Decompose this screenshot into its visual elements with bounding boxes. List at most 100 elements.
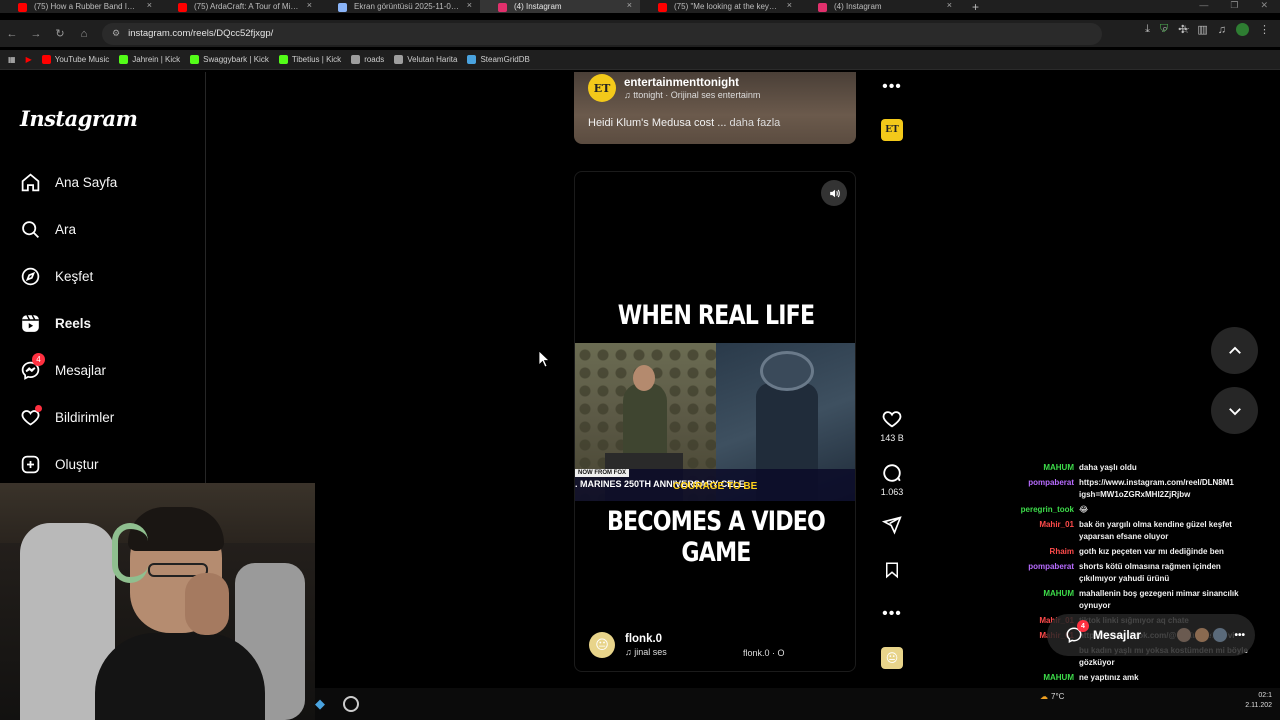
tab-favicon-icon bbox=[818, 3, 827, 12]
messages-badge: 4 bbox=[1077, 620, 1089, 632]
avatar bbox=[1176, 627, 1193, 643]
close-tab-icon[interactable]: × bbox=[147, 0, 152, 10]
browser-tab[interactable]: Ekran görüntüsü 2025-11-01 21 × bbox=[320, 0, 480, 13]
site-info-icon[interactable]: ⚙ bbox=[112, 28, 120, 39]
nav-item-reels[interactable]: Reels bbox=[20, 313, 91, 334]
bookmark-label: Velutan Harita bbox=[407, 55, 458, 64]
media-icon[interactable]: ♫ bbox=[1218, 24, 1226, 36]
comment-button[interactable]: 1.063 bbox=[874, 462, 910, 497]
nav-item-search[interactable]: Ara bbox=[20, 219, 76, 240]
nav-item-create[interactable]: Oluştur bbox=[20, 454, 99, 475]
close-tab-icon[interactable]: × bbox=[467, 0, 472, 10]
browser-tab[interactable]: (75) "Me looking at the keychai × bbox=[640, 0, 800, 13]
chat-message: pompaberat shorts kötü olmasına rağmen iç… bbox=[1000, 561, 1280, 585]
close-tab-icon[interactable]: × bbox=[307, 0, 312, 10]
menu-dots-icon[interactable]: ⋮ bbox=[1259, 23, 1270, 36]
chat-username[interactable]: Mahir_01 bbox=[1000, 519, 1074, 543]
audio-tag[interactable]: flonk.0 · O bbox=[743, 648, 785, 658]
home-browser-icon[interactable]: ⌂ bbox=[72, 28, 96, 40]
nav-item-messages[interactable]: 4 Mesajlar bbox=[20, 353, 107, 381]
bookmark-item[interactable]: Tibetius | Kick bbox=[278, 55, 341, 64]
username[interactable]: flonk.0 bbox=[625, 633, 667, 645]
profile-avatar[interactable] bbox=[1236, 23, 1249, 36]
url-text: instagram.com/reels/DQcc52fjxgp/ bbox=[128, 28, 274, 39]
username[interactable]: entertainmenttonight bbox=[624, 77, 760, 89]
prev-audio-thumb[interactable]: ET bbox=[874, 119, 910, 141]
messages-pill[interactable]: 4 Mesajlar ••• bbox=[1047, 614, 1255, 656]
bookmark-favicon-icon bbox=[190, 55, 200, 64]
audio-label[interactable]: ♫ ttonight · Orijinal ses entertainm bbox=[624, 90, 760, 100]
caption-text: Heidi Klum's Medusa cost ... bbox=[588, 117, 727, 129]
bookmark-item[interactable]: roads bbox=[351, 55, 384, 64]
minimize-icon[interactable]: — bbox=[1199, 0, 1208, 11]
instagram-logo[interactable]: Instagram bbox=[20, 106, 138, 131]
close-tab-icon[interactable]: × bbox=[947, 0, 952, 10]
nav-label: Mesajlar bbox=[55, 363, 107, 378]
nav-label: Ana Sayfa bbox=[55, 175, 118, 190]
bookmark-favicon-icon bbox=[119, 55, 129, 64]
back-icon[interactable]: ← bbox=[0, 28, 24, 40]
browser-tab[interactable]: (4) Instagram × bbox=[480, 0, 640, 13]
chat-username[interactable]: MAHUM bbox=[1000, 588, 1074, 612]
browser-tab[interactable]: (75) ArdaCraft: A Tour of Middle × bbox=[160, 0, 320, 13]
close-window-icon[interactable]: ✕ bbox=[1260, 0, 1268, 11]
nav-item-explore[interactable]: Keşfet bbox=[20, 266, 93, 287]
avatar[interactable]: 😐 bbox=[589, 632, 615, 658]
reel-video[interactable]: WHEN REAL LIFE NOW FROM FOX . MARINES 25… bbox=[574, 171, 856, 672]
previous-reel-button[interactable] bbox=[1211, 327, 1258, 374]
audio-thumbnail[interactable]: 😐 bbox=[874, 647, 910, 669]
shield-extension-icon[interactable]: ⛉ bbox=[1160, 23, 1168, 36]
audio-label[interactable]: ♫ jinal ses bbox=[625, 647, 667, 657]
chat-username[interactable]: MAHUM bbox=[1000, 462, 1074, 474]
webcam-overlay bbox=[0, 483, 315, 720]
nav-item-notifications[interactable]: Bildirimler bbox=[20, 405, 114, 428]
obs-icon[interactable] bbox=[343, 696, 359, 712]
chat-username[interactable]: Rhaim bbox=[1000, 546, 1074, 558]
share-button[interactable] bbox=[874, 515, 910, 540]
puzzle-icon[interactable]: ✣ bbox=[1178, 23, 1187, 36]
bookmark-item[interactable]: Velutan Harita bbox=[394, 55, 457, 64]
reel-caption: Heidi Klum's Medusa cost ... daha fazla bbox=[588, 117, 780, 129]
apps-grid-icon[interactable]: ▦ bbox=[8, 55, 16, 64]
system-clock[interactable]: 02:1 2.11.202 bbox=[1245, 691, 1272, 711]
maximize-icon[interactable]: ❐ bbox=[1230, 0, 1238, 11]
next-reel-button[interactable] bbox=[1211, 387, 1258, 434]
new-tab-button[interactable]: + bbox=[972, 0, 979, 14]
tab-favicon-icon bbox=[178, 3, 187, 12]
audio-thumb-icon: 😐 bbox=[881, 647, 903, 669]
volume-button[interactable] bbox=[821, 180, 847, 206]
tab-label: (4) Instagram bbox=[834, 2, 882, 11]
chat-username[interactable]: MAHUM bbox=[1000, 672, 1074, 684]
bookmark-item[interactable]: SteamGridDB bbox=[467, 55, 530, 64]
chat-username[interactable]: peregrin_took bbox=[1000, 504, 1074, 516]
address-bar[interactable]: ⚙ instagram.com/reels/DQcc52fjxgp/ bbox=[102, 22, 1102, 45]
close-tab-icon[interactable]: × bbox=[787, 0, 792, 10]
headset bbox=[112, 523, 148, 583]
previous-reel[interactable]: ET entertainmenttonight ♫ ttonight · Ori… bbox=[574, 72, 856, 144]
chat-username[interactable]: pompaberat bbox=[1000, 561, 1074, 585]
prev-more-button[interactable]: ••• bbox=[874, 78, 910, 96]
bookmark-item[interactable]: Swaggybark | Kick bbox=[190, 55, 269, 64]
bookmark-item[interactable]: YouTube Music bbox=[41, 55, 109, 64]
sidebar-icon[interactable]: ▥ bbox=[1197, 23, 1207, 36]
install-icon[interactable]: ⤓ bbox=[1145, 23, 1150, 36]
close-tab-icon[interactable]: × bbox=[627, 0, 632, 10]
steam-icon[interactable]: ◆ bbox=[315, 696, 331, 712]
chat-username[interactable]: pompaberat bbox=[1000, 477, 1074, 501]
avatar[interactable]: ET bbox=[588, 74, 616, 102]
reload-icon[interactable]: ↻ bbox=[48, 27, 72, 40]
avatar bbox=[1194, 627, 1211, 643]
bookmark-item[interactable]: Jahrein | Kick bbox=[119, 55, 180, 64]
browser-tab[interactable]: (4) Instagram × bbox=[800, 0, 960, 13]
more-options-button[interactable]: ••• bbox=[874, 605, 910, 623]
more-link[interactable]: daha fazla bbox=[730, 117, 781, 129]
like-button[interactable]: 143 B bbox=[874, 408, 910, 443]
weather-widget[interactable]: ☁ 7°C bbox=[1040, 692, 1064, 701]
chat-text: ne yaptınız amk bbox=[1079, 673, 1139, 682]
save-button[interactable] bbox=[874, 560, 910, 585]
nav-item-home[interactable]: Ana Sayfa bbox=[20, 172, 117, 193]
forward-icon[interactable]: → bbox=[24, 28, 48, 40]
more-dots-icon[interactable]: ••• bbox=[1234, 630, 1245, 641]
browser-tab[interactable]: (75) How a Rubber Band Improv × bbox=[0, 0, 160, 13]
youtube-icon[interactable]: ▶ bbox=[26, 55, 32, 64]
